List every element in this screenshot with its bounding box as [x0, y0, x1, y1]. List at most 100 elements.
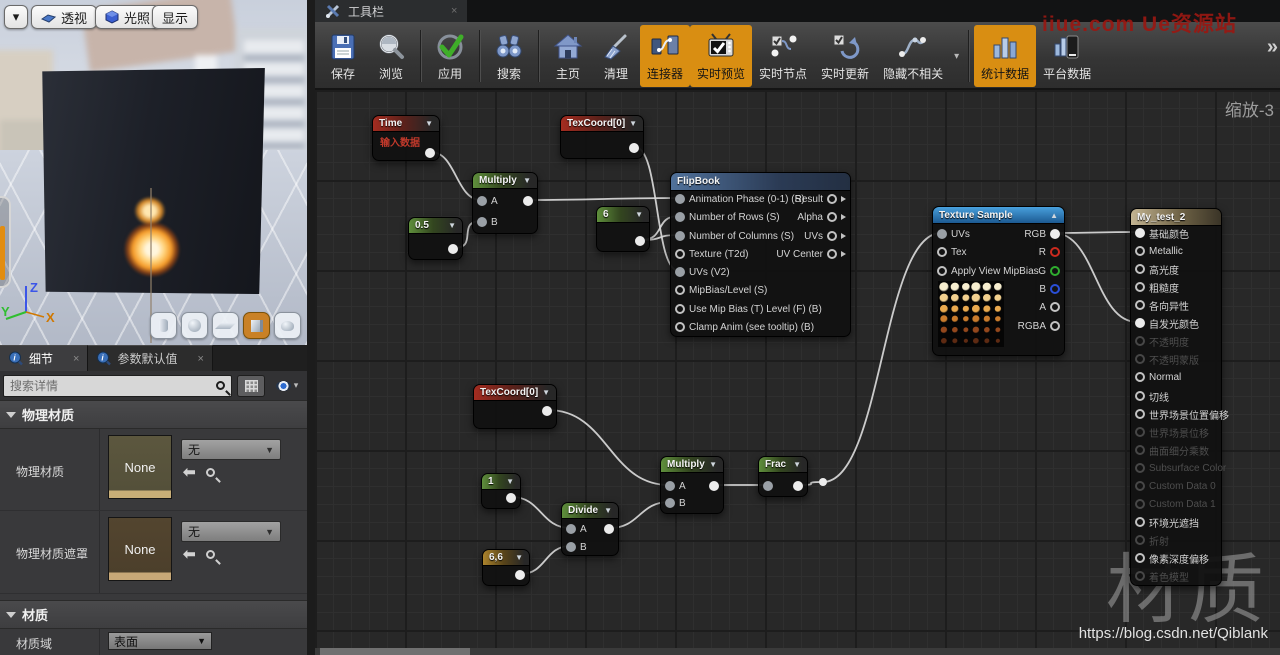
pin-alpha[interactable]: Alpha — [797, 210, 846, 224]
pin-icon[interactable] — [1050, 229, 1060, 239]
shape-plane-button[interactable] — [212, 312, 239, 339]
pin-像素深度偏移[interactable]: 像素深度偏移 — [1135, 551, 1209, 565]
pin-b[interactable]: B — [665, 496, 686, 510]
node-multiply-bottom[interactable]: Multiply▼ AB — [660, 456, 724, 514]
shape-custom-mesh-button[interactable] — [274, 312, 301, 339]
tab-details[interactable]: i 细节 × — [0, 345, 88, 371]
pin-out[interactable] — [604, 522, 614, 536]
node-header[interactable]: Multiply▼ — [661, 457, 723, 473]
toolbar-search-button[interactable]: 搜索 — [485, 25, 533, 87]
pin-out[interactable] — [515, 568, 525, 582]
node-const-1[interactable]: 1▼ — [481, 473, 521, 509]
shape-cylinder-button[interactable] — [150, 312, 177, 339]
pin-粗糙度[interactable]: 粗糙度 — [1135, 280, 1179, 294]
toolbar-home-button[interactable]: 主页 — [544, 25, 592, 87]
pin-icon[interactable] — [1135, 318, 1145, 328]
pin-不透明度[interactable]: 不透明度 — [1135, 334, 1189, 348]
physical-material-mask-thumbnail[interactable]: None — [108, 517, 172, 581]
chevron-down-icon[interactable]: ▼ — [635, 210, 643, 219]
physical-material-dropdown[interactable]: 无▼ — [181, 439, 281, 460]
pin-环境光遮挡[interactable]: 环境光遮挡 — [1135, 515, 1199, 529]
pin-clamp-anim-see-tooltip-b-[interactable]: Clamp Anim (see tooltip) (B) — [675, 320, 814, 334]
pin-metallic[interactable]: Metallic — [1135, 244, 1183, 258]
pin-icon[interactable] — [566, 524, 576, 534]
chevron-down-icon[interactable]: ▾ — [950, 51, 963, 62]
pin-icon[interactable] — [937, 247, 947, 257]
viewport-options-button[interactable]: ▾ — [4, 5, 28, 29]
pin-out[interactable] — [448, 242, 458, 256]
browse-asset-icon[interactable] — [206, 550, 215, 559]
pin-曲面细分乘数[interactable]: 曲面细分乘数 — [1135, 443, 1209, 457]
pin-apply-view-mipbias[interactable]: Apply View MipBias — [937, 264, 1039, 278]
node-frac[interactable]: Frac▼ — [758, 456, 808, 497]
node-header[interactable]: Divide▼ — [562, 503, 618, 519]
node-divide[interactable]: Divide▼AB — [561, 502, 619, 556]
pin-out[interactable] — [793, 479, 803, 493]
pin-a[interactable]: A — [1039, 300, 1060, 314]
pin-icon[interactable] — [1135, 445, 1145, 455]
chevron-down-icon[interactable]: ▼ — [709, 460, 717, 469]
pin-out[interactable] — [425, 146, 435, 160]
show-button[interactable]: 显示 — [152, 5, 198, 29]
pin-in[interactable] — [763, 479, 773, 493]
perspective-button[interactable]: 透视 — [31, 5, 97, 29]
pin-折射[interactable]: 折射 — [1135, 533, 1169, 547]
pin-icon[interactable] — [675, 249, 685, 259]
pin-out[interactable] — [709, 479, 719, 493]
pin-icon[interactable] — [566, 542, 576, 552]
pin-icon[interactable] — [1135, 517, 1145, 527]
pin-高光度[interactable]: 高光度 — [1135, 262, 1179, 276]
pin-icon[interactable] — [1135, 354, 1145, 364]
pin-icon[interactable] — [827, 194, 837, 204]
close-icon[interactable]: × — [73, 353, 79, 365]
node-texcoord-top[interactable]: TexCoord[0]▼ — [560, 115, 644, 159]
pin-b[interactable]: B — [477, 215, 498, 229]
pin-a[interactable]: A — [665, 479, 686, 493]
pin-b[interactable]: B — [1039, 282, 1060, 296]
toolbar-hide-unrelated-button[interactable]: 隐藏不相关 — [876, 25, 950, 87]
shape-sphere-button[interactable] — [181, 312, 208, 339]
shape-cube-button[interactable] — [243, 312, 270, 339]
scrollbar-thumb[interactable] — [320, 648, 470, 655]
pin-icon[interactable] — [629, 143, 639, 153]
node-header[interactable]: 0.5▼ — [409, 218, 462, 234]
pin-texture-t2d-[interactable]: Texture (T2d) — [675, 247, 748, 261]
pin-icon[interactable] — [675, 304, 685, 314]
pin-uvs[interactable]: UVs — [937, 227, 970, 241]
toolbar-live-nodes-button[interactable]: 实时节点 — [752, 25, 814, 87]
pin-icon[interactable] — [675, 322, 685, 332]
pin-number-of-columns-s-[interactable]: Number of Columns (S) — [675, 229, 794, 243]
node-header[interactable]: FlipBook — [671, 173, 850, 191]
node-texcoord-bottom[interactable]: TexCoord[0]▼ — [473, 384, 557, 429]
node-header[interactable]: 6▼ — [597, 207, 649, 223]
pin-不透明蒙版[interactable]: 不透明蒙版 — [1135, 352, 1199, 366]
chevron-down-icon[interactable]: ▼ — [629, 119, 637, 128]
chevron-down-icon[interactable]: ▼ — [425, 119, 433, 128]
node-multiply-top[interactable]: Multiply▼AB — [472, 172, 538, 234]
node-header[interactable]: Frac▼ — [759, 457, 807, 473]
node-my-test-2[interactable]: My_test_2基础颜色Metallic高光度粗糙度各向异性自发光颜色不透明度… — [1130, 208, 1222, 586]
pin-b[interactable]: B — [566, 540, 587, 554]
node-texture-sample[interactable]: Texture Sample▲UVsTexApply View MipBiasR… — [932, 206, 1065, 356]
lit-mode-button[interactable]: 光照 — [95, 5, 160, 29]
pin-icon[interactable] — [1135, 246, 1145, 256]
toolbar-browse-button[interactable]: 浏览 — [367, 25, 415, 87]
chevron-down-icon[interactable]: ▼ — [523, 176, 531, 185]
pin-icon[interactable] — [425, 148, 435, 158]
chevron-down-icon[interactable]: ▼ — [506, 477, 514, 486]
preview-viewport[interactable]: ▾ 透视 光照 显示 Z Y X — [0, 0, 307, 345]
pin-着色模型[interactable]: 着色模型 — [1135, 569, 1189, 583]
pin-icon[interactable] — [1135, 535, 1145, 545]
pin-icon[interactable] — [506, 493, 516, 503]
pin-icon[interactable] — [1135, 282, 1145, 292]
pin-icon[interactable] — [515, 570, 525, 580]
pin-icon[interactable] — [1135, 391, 1145, 401]
pin-icon[interactable] — [827, 249, 837, 259]
pin-icon[interactable] — [827, 212, 837, 222]
pin-mipbias-level-s-[interactable]: MipBias/Level (S) — [675, 283, 767, 297]
pin-icon[interactable] — [1050, 302, 1060, 312]
pin-icon[interactable] — [709, 481, 719, 491]
pin-a[interactable]: A — [477, 194, 498, 208]
pin-icon[interactable] — [675, 194, 685, 204]
panel-divider[interactable] — [307, 0, 315, 655]
